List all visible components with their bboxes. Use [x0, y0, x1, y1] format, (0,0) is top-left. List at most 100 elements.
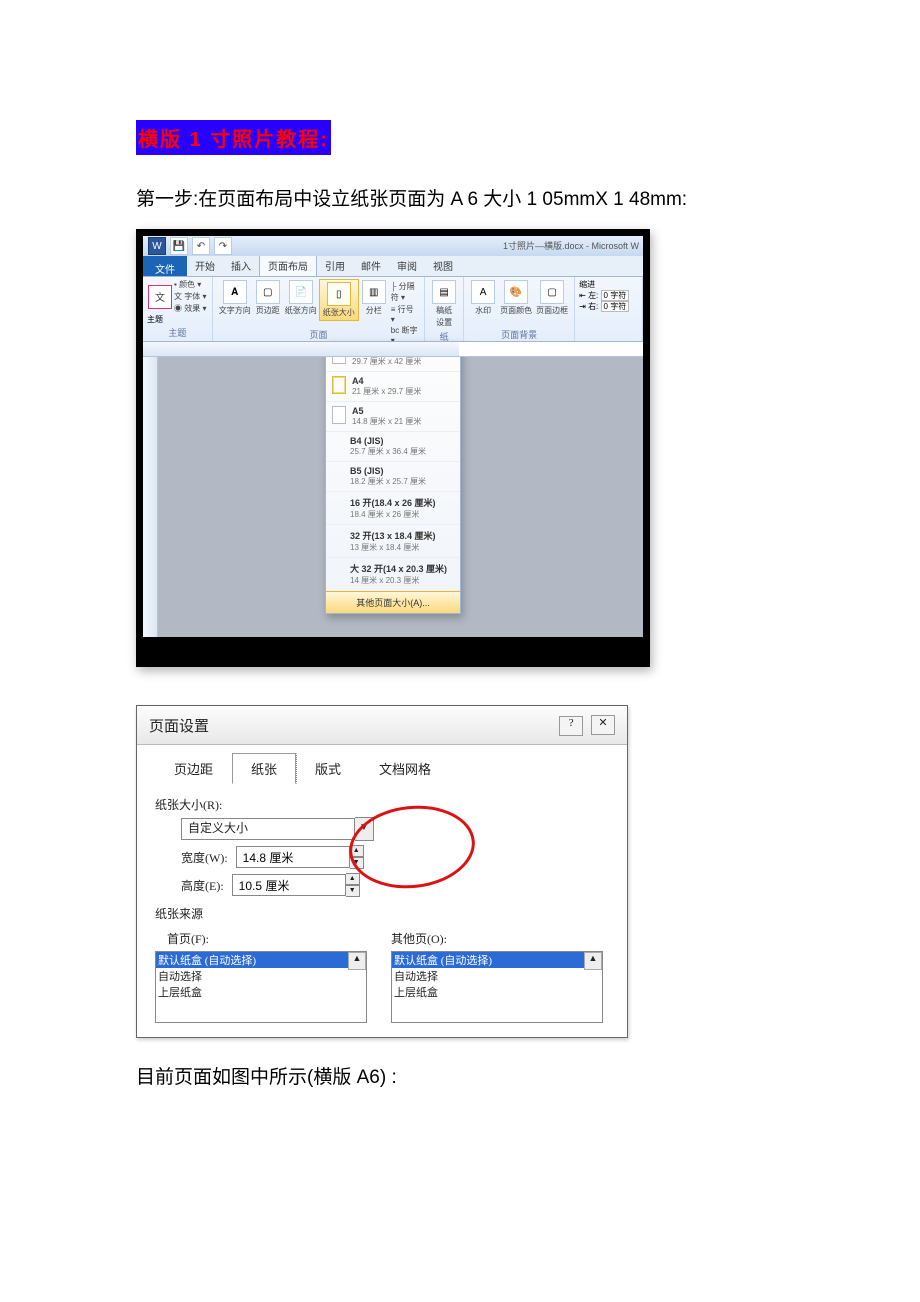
- spin-up-icon[interactable]: ▲: [350, 845, 364, 857]
- margins-icon: ▢: [256, 280, 280, 304]
- list-item[interactable]: 默认纸盒 (自动选择): [392, 952, 602, 968]
- paper-option-a5[interactable]: A514.8 厘米 x 21 厘米: [326, 402, 460, 432]
- ruler-tick: 18: [583, 344, 591, 351]
- paper-option-32k[interactable]: 32 开(13 x 18.4 厘米)13 厘米 x 18.4 厘米: [326, 525, 460, 558]
- paper-size-label: 纸张大小(R):: [155, 796, 609, 813]
- ruler-tick: 24: [633, 344, 641, 351]
- scroll-up-icon[interactable]: ▲: [584, 952, 602, 970]
- columns-button[interactable]: ▥分栏: [359, 279, 389, 317]
- paper-size-button[interactable]: ▯纸张大小: [319, 279, 359, 321]
- paper-option-b4[interactable]: B4 (JIS)25.7 厘米 x 36.4 厘米: [326, 432, 460, 462]
- watermark-button[interactable]: A水印: [468, 279, 498, 317]
- tab-home[interactable]: 开始: [187, 255, 223, 276]
- group-indent: 缩进 ⇤ 左: 0 字符 ⇥ 右: 0 字符: [575, 277, 643, 341]
- page-border-button[interactable]: ▢页面边框: [534, 279, 570, 317]
- save-icon[interactable]: 💾: [170, 237, 188, 255]
- list-item[interactable]: 上层纸盒: [392, 984, 602, 1000]
- fonts-label[interactable]: 文 字体 ▾: [174, 291, 206, 302]
- width-input[interactable]: ▲▼: [236, 845, 364, 869]
- orientation-icon: 📄: [289, 280, 313, 304]
- word-title-bar: W 💾 ↶ ↷ 1寸照片—横版.docx - Microsoft W: [143, 236, 643, 256]
- ruler-tick: 12: [532, 344, 540, 351]
- tab-paper[interactable]: 纸张: [232, 753, 296, 784]
- undo-icon[interactable]: ↶: [192, 237, 210, 255]
- text-direction-button[interactable]: 𝐀文字方向: [217, 279, 253, 317]
- group-background: A水印 🎨页面颜色 ▢页面边框 页面背景: [464, 277, 575, 341]
- writing-paper-button[interactable]: ▤稿纸设置: [429, 279, 459, 329]
- indent-left[interactable]: ⇤ 左: 0 字符: [579, 290, 638, 301]
- paper-option-a4[interactable]: A421 厘米 x 29.7 厘米: [326, 372, 460, 402]
- height-field[interactable]: [232, 874, 346, 896]
- themes-icon[interactable]: 文: [148, 285, 172, 309]
- paper-more-sizes[interactable]: 其他页面大小(A)...: [326, 591, 460, 613]
- tab-file[interactable]: 文件: [143, 256, 187, 276]
- group-label-page-setup: 页面: [213, 327, 424, 341]
- paper-option-16k[interactable]: 16 开(18.4 x 26 厘米)18.4 厘米 x 26 厘米: [326, 492, 460, 525]
- group-theme: 文 ▪ 颜色 ▾ 文 字体 ▾ ◉ 效果 ▾ 主题 主题: [143, 277, 213, 341]
- tab-layout[interactable]: 页面布局: [259, 254, 317, 276]
- paper-size-dropdown: A329.7 厘米 x 42 厘米 A421 厘米 x 29.7 厘米 A514…: [325, 341, 461, 614]
- list-item[interactable]: 上层纸盒: [156, 984, 366, 1000]
- width-field[interactable]: [236, 846, 350, 868]
- margins-button[interactable]: ▢页边距: [253, 279, 283, 317]
- paper-option-big32k[interactable]: 大 32 开(14 x 20.3 厘米)14 厘米 x 20.3 厘米: [326, 558, 460, 591]
- step-2-text: 目前页面如图中所示(横版 A6) :: [136, 1062, 784, 1089]
- first-page-listbox[interactable]: 默认纸盒 (自动选择) 自动选择 上层纸盒 ▲: [155, 951, 367, 1023]
- effects-label[interactable]: ◉ 效果 ▾: [174, 303, 206, 314]
- word-screenshot: W 💾 ↶ ↷ 1寸照片—横版.docx - Microsoft W 文件 开始…: [136, 229, 650, 667]
- group-page-setup: 𝐀文字方向 ▢页边距 📄纸张方向 ▯纸张大小 ▥分栏 ├ 分隔符 ▾ ≡ 行号 …: [213, 277, 425, 341]
- paper-option-b5[interactable]: B5 (JIS)18.2 厘米 x 25.7 厘米: [326, 462, 460, 492]
- orientation-button[interactable]: 📄纸张方向: [283, 279, 319, 317]
- height-spinner[interactable]: ▲▼: [346, 873, 360, 897]
- ruler-horizontal: 8 10 12 14 16 18 20 22 24: [143, 342, 643, 357]
- spin-down-icon[interactable]: ▼: [346, 885, 360, 897]
- paper-size-value: 自定义大小: [181, 818, 355, 840]
- ruler-tick: 8: [503, 344, 507, 351]
- page-color-button[interactable]: 🎨页面颜色: [498, 279, 534, 317]
- tab-review[interactable]: 审阅: [389, 255, 425, 276]
- width-spinner[interactable]: ▲▼: [350, 845, 364, 869]
- other-pages-listbox[interactable]: 默认纸盒 (自动选择) 自动选择 上层纸盒 ▲: [391, 951, 603, 1023]
- list-item[interactable]: 自动选择: [392, 968, 602, 984]
- colors-label[interactable]: ▪ 颜色 ▾: [174, 279, 206, 290]
- tutorial-title: 横版 1 寸照片教程:: [136, 120, 331, 155]
- tab-margins[interactable]: 页边距: [155, 753, 232, 784]
- tab-mailings[interactable]: 邮件: [353, 255, 389, 276]
- word-app-icon: W: [148, 237, 166, 255]
- ribbon: 文 ▪ 颜色 ▾ 文 字体 ▾ ◉ 效果 ▾ 主题 主题 𝐀文字方向 ▢页边距 …: [143, 277, 643, 342]
- width-label: 宽度(W):: [181, 849, 228, 866]
- tab-view[interactable]: 视图: [425, 255, 461, 276]
- spin-down-icon[interactable]: ▼: [350, 857, 364, 869]
- ruler-tick: 20: [600, 344, 608, 351]
- tab-grid[interactable]: 文档网格: [360, 753, 450, 784]
- page-setup-dialog: 页面设置 ? ✕ 页边距 纸张 版式 文档网格 纸张大小(R): 自定义大小 ▼…: [136, 705, 628, 1038]
- close-button[interactable]: ✕: [591, 715, 615, 735]
- dialog-title-bar: 页面设置 ? ✕: [137, 706, 627, 745]
- tab-layout-dlg[interactable]: 版式: [296, 753, 360, 784]
- theme-button-label[interactable]: 主题: [147, 314, 208, 325]
- list-item[interactable]: 自动选择: [156, 968, 366, 984]
- spin-up-icon[interactable]: ▲: [346, 873, 360, 885]
- ruler-tick: 16: [566, 344, 574, 351]
- redo-icon[interactable]: ↷: [214, 237, 232, 255]
- page-border-icon: ▢: [540, 280, 564, 304]
- dropdown-arrow-icon[interactable]: ▼: [355, 817, 374, 841]
- tab-references[interactable]: 引用: [317, 255, 353, 276]
- ribbon-tabs: 文件 开始 插入 页面布局 引用 邮件 审阅 视图: [143, 256, 643, 277]
- paper-size-combo[interactable]: 自定义大小 ▼: [181, 817, 374, 841]
- indent-right[interactable]: ⇥ 右: 0 字符: [579, 301, 638, 312]
- tab-insert[interactable]: 插入: [223, 255, 259, 276]
- ruler-vertical: [143, 357, 158, 637]
- list-item[interactable]: 默认纸盒 (自动选择): [156, 952, 366, 968]
- height-input[interactable]: ▲▼: [232, 873, 360, 897]
- ruler-tick: 10: [516, 344, 524, 351]
- step-1-text: 第一步:在页面布局中设立纸张页面为 A 6 大小 1 05mmX 1 48mm:: [136, 185, 784, 215]
- ruler-tick: 22: [616, 344, 624, 351]
- line-numbers-button[interactable]: ≡ 行号 ▾: [391, 304, 418, 324]
- other-pages-label: 其他页(O):: [391, 930, 603, 947]
- scroll-up-icon[interactable]: ▲: [348, 952, 366, 970]
- paper-source-label: 纸张来源: [155, 905, 609, 922]
- help-button[interactable]: ?: [559, 716, 583, 736]
- breaks-button[interactable]: ├ 分隔符 ▾: [391, 281, 418, 303]
- indent-title: 缩进: [579, 279, 638, 290]
